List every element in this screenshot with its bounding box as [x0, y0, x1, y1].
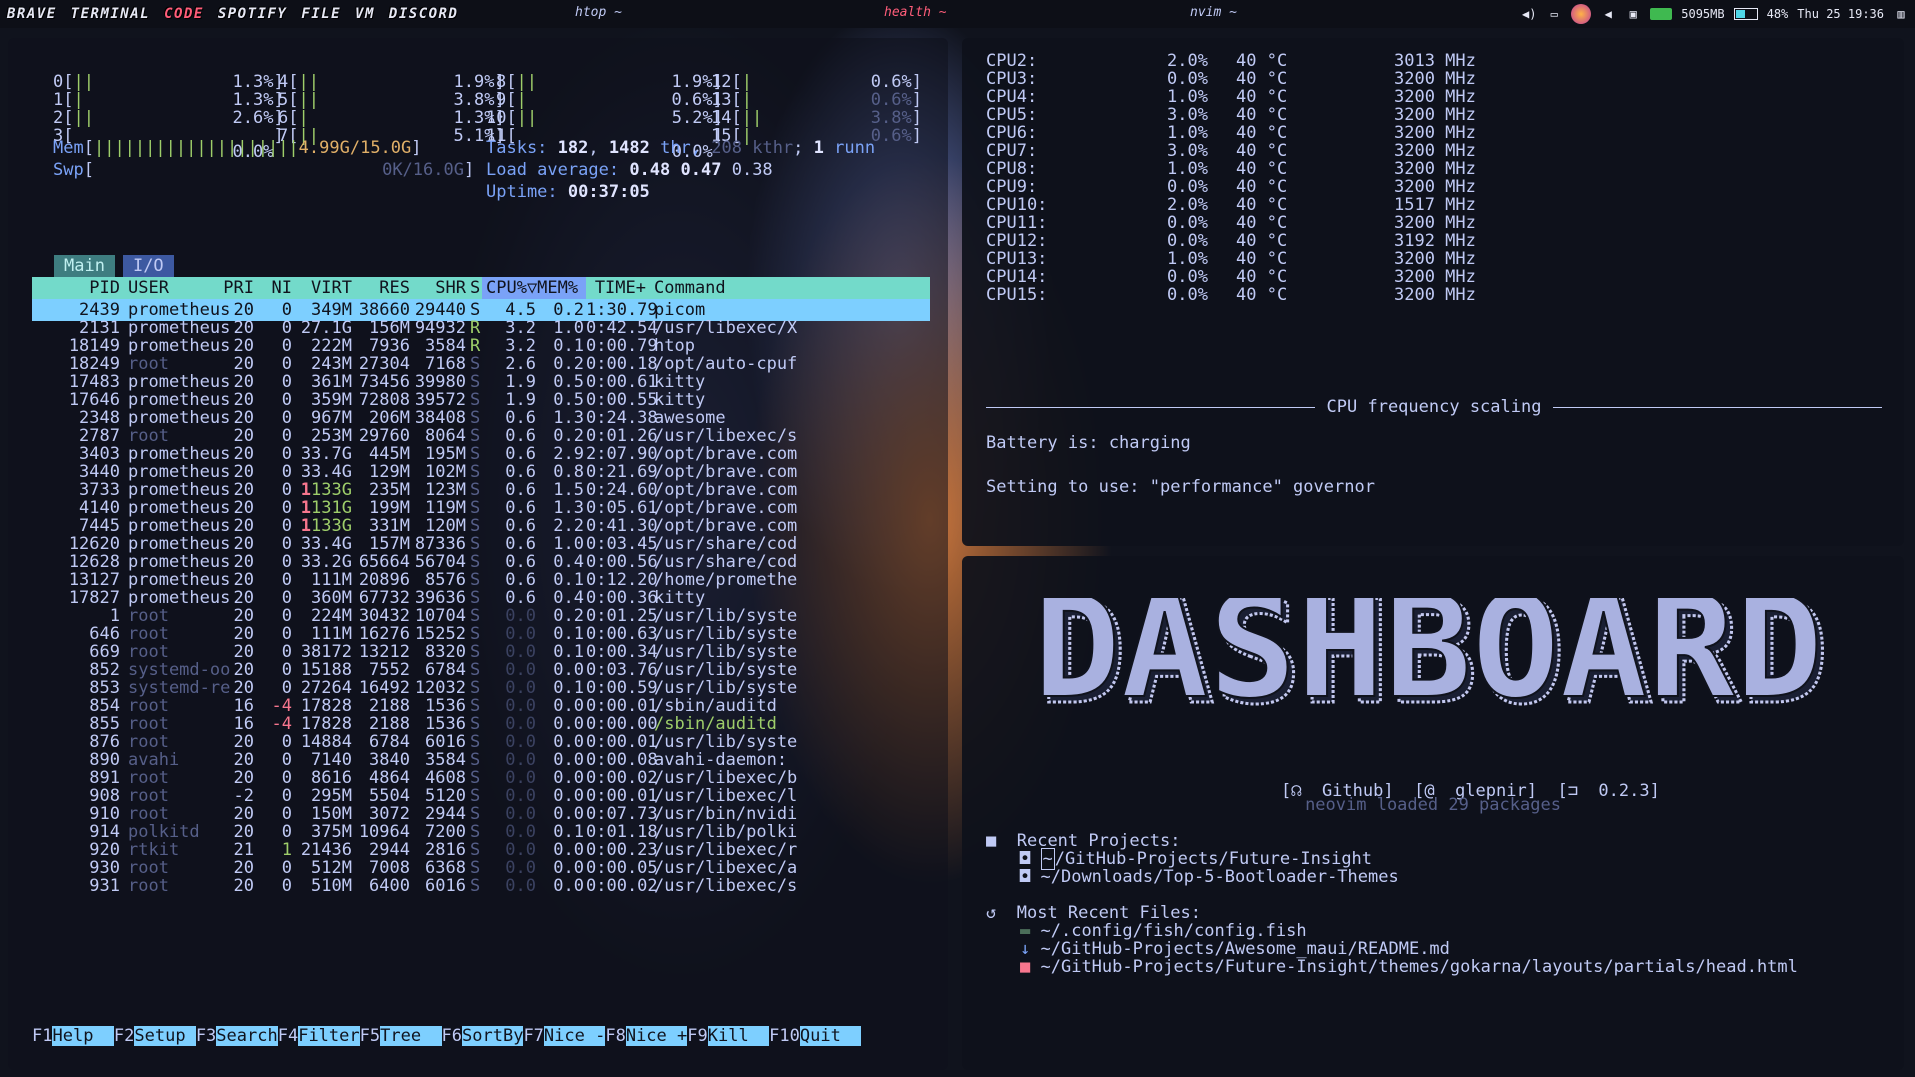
workspace-tag-code[interactable]: CODE [159, 4, 209, 24]
process-cell: S [470, 876, 481, 896]
process-cell: 931 [89, 876, 120, 896]
fkey-f5[interactable]: F5Tree [360, 1025, 442, 1047]
section-divider: CPU frequency scaling [986, 396, 1882, 418]
logo-text: DASHBOARD [1033, 598, 1823, 716]
column-header[interactable]: NI [256, 277, 292, 299]
packages-loaded: neovim loaded 29 packages [1305, 795, 1561, 815]
process-cell: 0:00.02 [586, 876, 658, 896]
memory-usage: 5095MB [1681, 7, 1725, 21]
recent-file-item[interactable]: ■ ~/GitHub-Projects/Future-Insight/theme… [1020, 956, 1798, 978]
history-icon: ↺ [986, 903, 997, 923]
governor-status: Setting to use: "performance" governor [986, 477, 1375, 497]
fkey-f10[interactable]: F10Quit [769, 1025, 862, 1047]
window-title-nvim[interactable]: nvim ~ [1190, 5, 1237, 20]
process-cell: 0.0 [505, 876, 536, 896]
cpu-freq-temp: 40 °C [1236, 285, 1288, 305]
column-header[interactable]: PID [32, 277, 120, 299]
workspace-tags: BRAVE TERMINAL CODE SPOTIFY FILE VM DISCORD [2, 4, 467, 24]
workspace-tag-brave[interactable]: BRAVE [2, 4, 62, 24]
battery-status: Battery is: charging [986, 433, 1191, 453]
image-icon[interactable]: ▣ [1625, 7, 1641, 21]
cpu-freq-usage: 0.0% [1167, 285, 1208, 305]
folder-icon: ◘ [1020, 867, 1031, 887]
section-title: CPU frequency scaling [1326, 397, 1542, 417]
process-cell: 6400 [369, 876, 410, 896]
window-title-health[interactable]: health ~ [884, 5, 947, 20]
system-tray: ◀) ▭ ◀ ▣ 5095MB 48% Thu 25 19:36 ▥ [1521, 4, 1909, 24]
process-cell: 0 [281, 876, 292, 896]
fkey-f3[interactable]: F3Search [196, 1025, 278, 1047]
html-file-icon: ■ [1020, 957, 1031, 977]
process-cell: /usr/libexec/s [654, 876, 798, 896]
fkey-f9[interactable]: F9Kill [687, 1025, 770, 1047]
workspace-tag-discord[interactable]: DISCORD [384, 4, 464, 24]
load-average: Load average: 0.48 0.47 0.38 [486, 160, 773, 180]
clock[interactable]: Thu 25 19:36 [1797, 7, 1884, 21]
column-header[interactable]: Command [654, 277, 854, 299]
tasks-summary: Tasks: 182, 1482 thr, 208 kthr; 1 runn [486, 138, 876, 158]
speaker-icon[interactable]: ◀ [1600, 7, 1616, 21]
workspace-tag-vm[interactable]: VM [350, 4, 380, 24]
function-key-bar: F1Help F2Setup F3Search F4Filter F5Tree F6… [32, 1025, 862, 1047]
column-header[interactable]: PRI [222, 277, 254, 299]
htop-window[interactable]: 0[|| 1.3%] 1[| 1.3%] 2[|| 2.6%] 3[0.0%] 4[|| 1.9… [8, 38, 948, 1070]
projects-icon: ■ [986, 831, 997, 851]
fkey-f4[interactable]: F4Filter [278, 1025, 360, 1047]
volume-icon[interactable]: ◀) [1521, 7, 1537, 21]
fkey-f6[interactable]: F6SortBy [442, 1025, 524, 1047]
column-header[interactable]: SHR [412, 277, 466, 299]
battery-percent: 48% [1766, 7, 1789, 21]
column-header[interactable]: RES [354, 277, 410, 299]
process-cell: 510M [311, 876, 352, 896]
memory-icon [1650, 8, 1673, 20]
column-header[interactable]: VIRT [294, 277, 352, 299]
column-header[interactable]: TIME+ [586, 277, 646, 299]
cpu-frequency-window[interactable]: CPU2: 2.0% 40 °C 3013 MHz CPU3: 0.0% 40 °C 3200… [962, 38, 1904, 546]
fkey-f1[interactable]: F1Help [32, 1025, 114, 1047]
fkey-f2[interactable]: F2Setup [114, 1025, 196, 1047]
workspace-tag-file[interactable]: FILE [296, 4, 346, 24]
battery-icon [1733, 8, 1758, 20]
fkey-f7[interactable]: F7Nice - [523, 1025, 606, 1047]
swap-meter: Swp[0K/16.0G] [53, 160, 475, 180]
firefox-icon[interactable] [1571, 4, 1592, 24]
process-cell: 20 [233, 876, 254, 896]
nvim-dashboard-window[interactable]: DASHBOARD DASHBOARD [☊ Github] [@ glepni… [962, 556, 1904, 1070]
cpu-freq-freq: 3200 MHz [1394, 285, 1476, 305]
process-cell: 0.0 [553, 876, 584, 896]
process-row[interactable]: 931 root 20 0 510M 6400 6016 S 0.0 0.0 0:00.02/usr… [32, 875, 930, 897]
workspace-tag-terminal[interactable]: TERMINAL [66, 4, 155, 24]
window-title-htop[interactable]: htop ~ [575, 5, 622, 20]
process-cell: 6016 [425, 876, 466, 896]
dashboard-logo: DASHBOARD DASHBOARD [1032, 598, 1831, 716]
workspace-tag-spotify[interactable]: SPOTIFY [213, 4, 293, 24]
tab-main[interactable]: Main [54, 255, 115, 277]
process-table-header[interactable]: PID USER PRI NI VIRT RES SHR S CPU%▽MEM% TIME+ Com… [32, 277, 930, 299]
uptime: Uptime: 00:37:05 [486, 182, 650, 202]
recent-project-item[interactable]: ◘ ~/Downloads/Top-5-Bootloader-Themes [1020, 866, 1399, 888]
screen-icon[interactable]: ▭ [1546, 7, 1562, 21]
fkey-f8[interactable]: F8Nice + [605, 1025, 688, 1047]
top-bar: BRAVE TERMINAL CODE SPOTIFY FILE VM DISCORD ht… [0, 0, 1915, 28]
layout-icon[interactable]: ▥ [1893, 7, 1909, 21]
cpu-freq-cpu: CPU15: [986, 285, 1048, 305]
tab-io[interactable]: I/O [122, 255, 174, 277]
memory-meter: Mem[||||||||||||||||||||4.99G/15.0G] [53, 138, 422, 158]
column-header[interactable]: CPU%▽MEM% [482, 277, 586, 299]
